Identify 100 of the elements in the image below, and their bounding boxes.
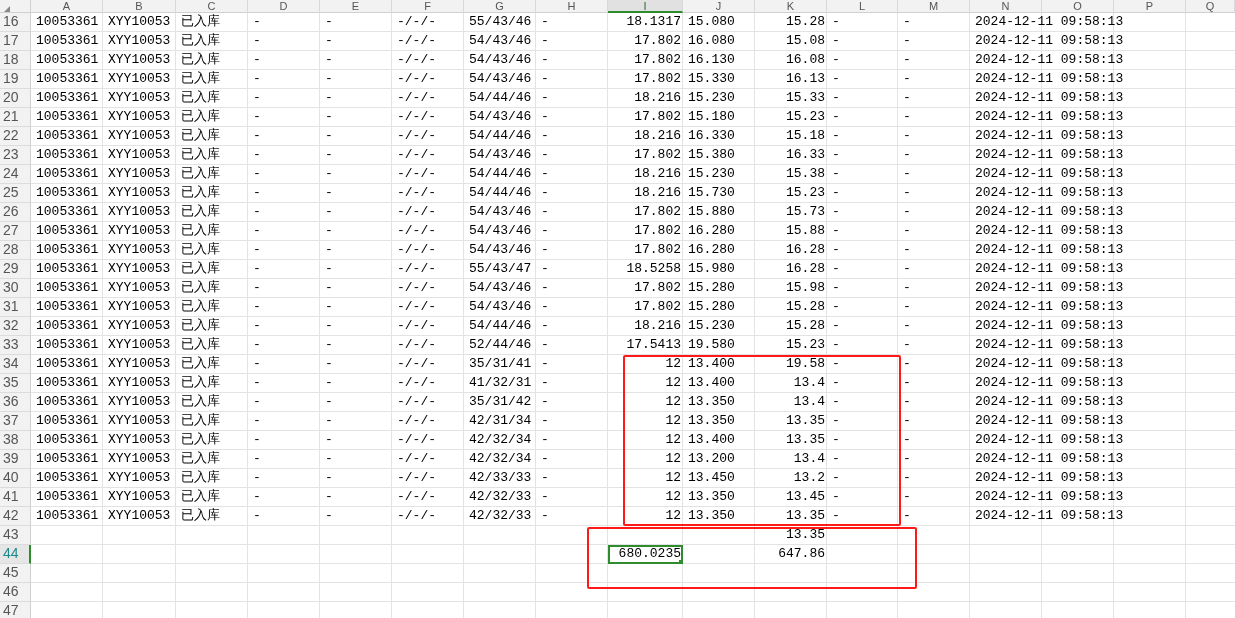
column-header[interactable]: Q — [1186, 0, 1235, 13]
table-cell: - — [832, 336, 840, 354]
row-header[interactable]: 31 — [0, 298, 31, 317]
table-cell: - — [832, 70, 840, 88]
row-header[interactable]: 24 — [0, 165, 31, 184]
row-header[interactable]: 34 — [0, 355, 31, 374]
table-cell: - — [832, 184, 840, 202]
table-cell: - — [541, 488, 549, 506]
column-header[interactable]: A — [31, 0, 103, 13]
row-header[interactable]: 42 — [0, 507, 31, 526]
table-cell: 54/43/46 — [469, 222, 532, 240]
table-cell: - — [903, 393, 911, 411]
row-header[interactable]: 26 — [0, 203, 31, 222]
column-header[interactable]: K — [755, 0, 827, 13]
table-cell: 2024-12-11 09:58:13 — [975, 89, 1124, 107]
table-cell: 54/43/46 — [469, 279, 532, 297]
column-header[interactable]: O — [1042, 0, 1114, 13]
table-cell: -/-/- — [397, 507, 436, 525]
table-cell: - — [541, 165, 549, 183]
row-header[interactable]: 43 — [0, 526, 31, 545]
column-header[interactable]: C — [176, 0, 248, 13]
row-header[interactable]: 32 — [0, 317, 31, 336]
table-cell: - — [325, 488, 333, 506]
column-header[interactable]: F — [392, 0, 464, 13]
table-cell: - — [253, 51, 261, 69]
table-cell: - — [325, 146, 333, 164]
row-header[interactable]: 23 — [0, 146, 31, 165]
table-cell: XYY10053 — [108, 13, 171, 31]
column-header[interactable]: P — [1114, 0, 1186, 13]
table-cell: - — [903, 70, 911, 88]
fill-handle[interactable] — [679, 560, 683, 564]
table-cell: - — [541, 184, 549, 202]
table-cell: - — [253, 241, 261, 259]
row-header[interactable]: 38 — [0, 431, 31, 450]
table-cell: 54/43/46 — [469, 298, 532, 316]
row-header[interactable]: 21 — [0, 108, 31, 127]
table-cell: - — [832, 165, 840, 183]
column-header[interactable]: E — [320, 0, 392, 13]
table-cell[interactable]: 680.0235 — [608, 545, 683, 564]
row-header[interactable]: 47 — [0, 602, 31, 618]
column-header[interactable]: L — [827, 0, 898, 13]
table-cell: 15.230 — [688, 89, 735, 107]
column-header[interactable]: M — [898, 0, 970, 13]
table-cell: 2024-12-11 09:58:13 — [975, 70, 1124, 88]
row-header[interactable]: 20 — [0, 89, 31, 108]
table-cell: - — [541, 450, 549, 468]
column-header[interactable]: B — [103, 0, 176, 13]
column-header[interactable]: I — [608, 0, 683, 13]
row-header[interactable]: 45 — [0, 564, 31, 583]
row-header[interactable]: 41 — [0, 488, 31, 507]
table-cell: 17.802 — [634, 32, 681, 50]
row-header[interactable]: 39 — [0, 450, 31, 469]
table-cell: - — [832, 507, 840, 525]
table-cell: 10053361 — [36, 355, 99, 373]
table-cell: 18.216 — [634, 317, 681, 335]
row-header[interactable]: 37 — [0, 412, 31, 431]
column-header[interactable]: G — [464, 0, 536, 13]
row-header[interactable]: 36 — [0, 393, 31, 412]
table-cell: - — [832, 412, 840, 430]
column-header[interactable]: N — [970, 0, 1042, 13]
table-cell: 54/43/46 — [469, 70, 532, 88]
table-cell: - — [253, 165, 261, 183]
table-cell: - — [541, 241, 549, 259]
row-header[interactable]: 30 — [0, 279, 31, 298]
row-header[interactable]: 18 — [0, 51, 31, 70]
table-cell: - — [903, 32, 911, 50]
table-cell: 2024-12-11 09:58:13 — [975, 374, 1124, 392]
row-header[interactable]: 29 — [0, 260, 31, 279]
table-cell: 16.280 — [688, 222, 735, 240]
row-header[interactable]: 27 — [0, 222, 31, 241]
row-header[interactable]: 35 — [0, 374, 31, 393]
column-header[interactable]: D — [248, 0, 320, 13]
table-cell: - — [325, 260, 333, 278]
table-cell: 10053361 — [36, 507, 99, 525]
table-cell: 17.802 — [634, 298, 681, 316]
row-header[interactable]: 17 — [0, 32, 31, 51]
table-cell: 42/33/33 — [469, 469, 532, 487]
column-header[interactable]: J — [683, 0, 755, 13]
row-header[interactable]: 16 — [0, 13, 31, 32]
table-cell: 54/43/46 — [469, 146, 532, 164]
table-cell: XYY10053 — [108, 70, 171, 88]
table-cell: - — [832, 431, 840, 449]
row-header[interactable]: 22 — [0, 127, 31, 146]
column-header[interactable]: H — [536, 0, 608, 13]
row-header[interactable]: 40 — [0, 469, 31, 488]
row-header[interactable]: 46 — [0, 583, 31, 602]
row-header[interactable]: 33 — [0, 336, 31, 355]
table-cell: 13.400 — [688, 355, 735, 373]
table-cell: 17.802 — [634, 70, 681, 88]
table-cell: - — [903, 279, 911, 297]
row-header[interactable]: 25 — [0, 184, 31, 203]
table-cell: XYY10053 — [108, 241, 171, 259]
table-cell: - — [541, 469, 549, 487]
row-header[interactable]: 19 — [0, 70, 31, 89]
table-cell: 15.230 — [688, 317, 735, 335]
table-cell: 19.58 — [786, 355, 825, 373]
table-cell: 15.38 — [786, 165, 825, 183]
table-cell: 12 — [665, 488, 681, 506]
row-header[interactable]: 28 — [0, 241, 31, 260]
table-cell: 12 — [665, 431, 681, 449]
